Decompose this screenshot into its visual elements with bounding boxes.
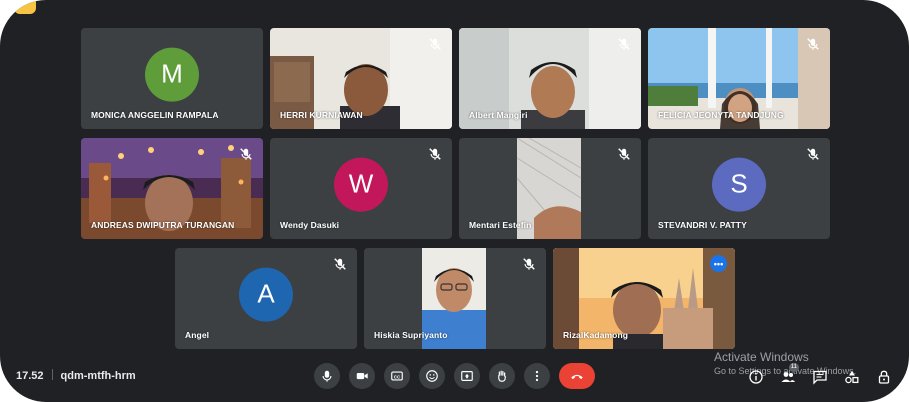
more-options-button[interactable]	[524, 363, 550, 389]
participant-name: MONICA ANGGELIN RAMPALA	[91, 110, 219, 120]
participant-name: Hiskia Supriyanto	[374, 330, 448, 340]
mic-muted-icon	[523, 258, 535, 270]
emoji-button[interactable]	[419, 363, 445, 389]
side-panel-controls: 11	[746, 363, 893, 386]
captions-icon: CC	[391, 371, 403, 381]
avatar: M	[145, 47, 199, 102]
more-options-icon[interactable]: •••	[710, 255, 727, 272]
people-button[interactable]: 11	[778, 363, 799, 386]
end-call-button[interactable]	[559, 363, 595, 389]
mic-muted-icon	[334, 258, 346, 270]
call-controls: CC	[314, 363, 595, 389]
raise-hand-icon	[498, 370, 506, 382]
mic-button[interactable]	[314, 363, 340, 389]
participant-tile[interactable]: S STEVANDRI V. PATTY	[648, 138, 830, 239]
people-count-badge: 11	[788, 363, 799, 372]
svg-text:CC: CC	[394, 374, 401, 379]
participant-tile-speaking[interactable]: ••• RizalKadamong	[553, 248, 735, 349]
avatar: S	[712, 157, 766, 212]
avatar: W	[334, 157, 388, 212]
camera-button[interactable]	[349, 363, 375, 389]
camera-icon	[356, 372, 368, 380]
captions-button[interactable]: CC	[384, 363, 410, 389]
meeting-details-button[interactable]	[746, 367, 765, 386]
mic-muted-icon	[429, 38, 441, 50]
participant-tile[interactable]: Albert Mangiri	[459, 28, 641, 129]
lock-icon	[878, 370, 889, 384]
participant-name: Mentari Estefin	[469, 220, 532, 230]
participant-name: RizalKadamong	[563, 330, 629, 340]
mic-muted-icon	[429, 148, 441, 160]
mic-muted-icon	[240, 148, 252, 160]
meeting-time: 17.52	[16, 370, 44, 382]
activities-icon	[844, 370, 858, 383]
participant-tile[interactable]: FELICIA JEONYTA TANDJUNG	[648, 28, 830, 129]
meeting-info: 17.52 qdm-mtfh-hrm	[16, 369, 136, 382]
present-icon	[461, 371, 473, 381]
participant-name: Angel	[185, 330, 210, 340]
activities-button[interactable]	[842, 367, 861, 386]
raise-hand-button[interactable]	[489, 363, 515, 389]
corner-badge	[14, 0, 36, 14]
more-options-icon	[535, 370, 539, 382]
host-controls-button[interactable]	[874, 367, 893, 386]
mic-muted-icon	[807, 148, 819, 160]
participant-name: Wendy Dasuki	[280, 220, 340, 230]
participant-tile[interactable]: A Angel	[175, 248, 357, 349]
mic-muted-icon	[618, 148, 630, 160]
emoji-icon	[426, 370, 438, 382]
chat-icon	[812, 370, 827, 385]
participant-tile[interactable]: HERRI KURNIAWAN	[270, 28, 452, 129]
mic-muted-icon	[807, 38, 819, 50]
info-icon	[748, 369, 763, 384]
participant-name: Albert Mangiri	[469, 110, 528, 120]
participant-tile[interactable]: ANDREAS DWIPUTRA TURANGAN	[81, 138, 263, 239]
participant-name: STEVANDRI V. PATTY	[658, 220, 747, 230]
mic-icon	[322, 370, 332, 382]
avatar: A	[239, 267, 293, 322]
participant-tile[interactable]: W Wendy Dasuki	[270, 138, 452, 239]
chat-button[interactable]	[810, 367, 829, 386]
watermark-title: Activate Windows	[714, 350, 809, 364]
participant-tile[interactable]: Hiskia Supriyanto	[364, 248, 546, 349]
mic-muted-icon	[618, 38, 630, 50]
meet-window: M MONICA ANGGELIN RAMPALA HERRI KURNIAWA…	[0, 0, 909, 402]
divider	[51, 369, 53, 380]
participant-tile[interactable]: M MONICA ANGGELIN RAMPALA	[81, 28, 263, 129]
participant-tile[interactable]: Mentari Estefin	[459, 138, 641, 239]
participant-name: ANDREAS DWIPUTRA TURANGAN	[91, 220, 235, 230]
present-button[interactable]	[454, 363, 480, 389]
participant-name: HERRI KURNIAWAN	[280, 110, 363, 120]
end-call-icon	[571, 374, 583, 380]
meeting-code: qdm-mtfh-hrm	[60, 370, 136, 382]
participant-name: FELICIA JEONYTA TANDJUNG	[658, 110, 784, 120]
